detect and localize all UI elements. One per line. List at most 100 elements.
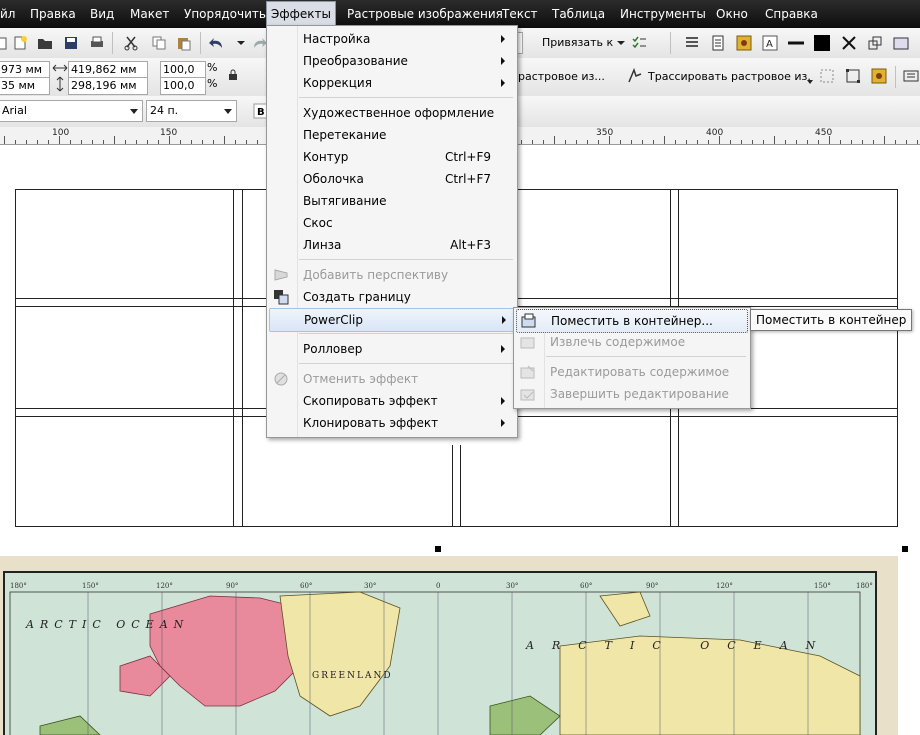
menu-item-copy-effect[interactable]: Скопировать эффект (269, 390, 513, 412)
new-file-icon[interactable] (11, 34, 29, 52)
menu-item-contour[interactable]: Контур Ctrl+F9 (269, 146, 513, 168)
undo-icon[interactable] (208, 34, 226, 52)
menu-item-place-in-container[interactable]: Поместить в контейнер... (516, 309, 748, 333)
menu-arrange[interactable]: Упорядочить (180, 0, 270, 28)
percent-label-x: % (207, 61, 218, 74)
menu-file[interactable]: йл (0, 0, 19, 28)
close-x-icon[interactable] (840, 34, 858, 52)
line-icon[interactable] (787, 34, 805, 52)
menu-tools[interactable]: Инструменты (616, 0, 710, 28)
paste-icon[interactable] (175, 34, 193, 52)
print-icon[interactable] (88, 34, 106, 52)
menu-item-label: Добавить перспективу (303, 268, 449, 282)
submenu-arrow-icon (501, 79, 505, 87)
wrap-text-icon[interactable] (902, 67, 920, 85)
document-icon[interactable] (709, 34, 727, 52)
selection-handle[interactable] (902, 546, 908, 552)
copy-icon[interactable] (150, 34, 168, 52)
open-folder-icon[interactable] (36, 34, 54, 52)
ruler-tick (664, 136, 665, 144)
ruler-tick (4, 136, 5, 144)
checklist-icon[interactable] (630, 34, 648, 52)
menu-item-artistic-media[interactable]: Художественное оформление (269, 102, 513, 124)
edit-bitmap-icon[interactable] (844, 67, 862, 85)
menu-view[interactable]: Вид (86, 0, 118, 28)
menu-item-label: Завершить редактирование (550, 387, 729, 401)
font-family-value: Arial (2, 104, 27, 117)
trace-bitmap-icon[interactable] (626, 67, 644, 85)
transform-icon[interactable] (866, 34, 884, 52)
menu-item-clear-effect[interactable]: Отменить эффект (269, 368, 513, 390)
menu-item-add-perspective[interactable]: Добавить перспективу (269, 264, 513, 286)
menu-table[interactable]: Таблица (548, 0, 609, 28)
menu-item-label: Вытягивание (303, 194, 387, 208)
undo-dropdown-icon[interactable] (232, 34, 250, 52)
menu-item-extract-contents[interactable]: Извлечь содержимое (516, 331, 746, 353)
menu-item-clone-effect[interactable]: Клонировать эффект (269, 412, 513, 434)
menu-item-label: Контур (303, 150, 349, 164)
map-degree-label: 150° (814, 582, 831, 590)
fill-black-icon[interactable] (813, 34, 831, 52)
trace-bitmap-partial-label[interactable]: ь растровое из... (508, 70, 605, 83)
menu-item-transform[interactable]: Преобразование (269, 50, 513, 72)
menu-effects[interactable]: Эффекты (266, 1, 336, 27)
menu-item-label: Коррекция (303, 76, 372, 90)
ruler-tick (158, 140, 159, 144)
lock-icon[interactable] (226, 68, 240, 82)
menu-help[interactable]: Справка (761, 0, 822, 28)
menu-item-create-boundary[interactable]: Создать границу (269, 286, 513, 308)
map-degree-label: 30° (506, 582, 519, 590)
trace-dropdown-icon[interactable] (806, 78, 814, 86)
crop-bitmap-icon[interactable] (818, 67, 836, 85)
ruler-tick (829, 136, 830, 144)
bitmap-color-mask-icon[interactable] (870, 67, 888, 85)
menu-item-rollover[interactable]: Ролловер (269, 338, 513, 360)
menu-item-correction[interactable]: Коррекция (269, 72, 513, 94)
font-size-combo[interactable]: 24 п. (146, 100, 237, 122)
map-degree-label: 180° (856, 582, 873, 590)
image-frame-icon[interactable] (892, 34, 910, 52)
powerclip-submenu: Поместить в контейнер... Извлечь содержи… (513, 307, 751, 409)
new-doc-icon[interactable] (0, 34, 10, 52)
ruler-tick (235, 140, 236, 144)
world-map-image[interactable]: ARCTIC OCEAN ARCTIC OCEAN GREENLAND (0, 556, 898, 735)
menu-item-finish-editing[interactable]: Завершить редактирование (516, 383, 746, 405)
save-icon[interactable] (62, 34, 80, 52)
menu-item-blend[interactable]: Перетекание (269, 124, 513, 146)
height-field[interactable]: 35 мм (0, 77, 50, 95)
menu-layout[interactable]: Макет (126, 0, 173, 28)
menu-item-edit-contents[interactable]: Редактировать содержимое (516, 361, 746, 383)
bitmap-frame-icon[interactable] (735, 34, 753, 52)
snap-to-label[interactable]: Привязать к (542, 36, 613, 49)
height-arrow-icon (52, 76, 68, 92)
menu-item-label: Преобразование (303, 54, 408, 68)
menu-item-label: Создать границу (303, 290, 411, 304)
menu-item-extrude[interactable]: Вытягивание (269, 190, 513, 212)
menu-item-bevel[interactable]: Скос (269, 212, 513, 234)
menu-window[interactable]: Окно (712, 0, 752, 28)
edit-contents-icon (520, 364, 536, 380)
selection-handle[interactable] (435, 546, 441, 552)
font-size-value: 24 п. (150, 104, 179, 117)
font-family-combo[interactable]: Arial (0, 100, 143, 122)
menu-item-powerclip[interactable]: PowerClip (269, 308, 515, 332)
menu-edit[interactable]: Правка (26, 0, 80, 28)
align-icon[interactable] (683, 34, 701, 52)
menu-text[interactable]: Текст (498, 0, 542, 28)
y-size-field[interactable]: 298,196 мм (68, 77, 148, 95)
trace-bitmap-label[interactable]: Трассировать растровое из. (648, 70, 811, 83)
menu-item-envelope[interactable]: Оболочка Ctrl+F7 (269, 168, 513, 190)
scale-y-field[interactable]: 100,0 (160, 77, 206, 95)
ruler-tick (642, 140, 643, 144)
menu-item-label: PowerClip (304, 313, 363, 327)
text-tool-icon[interactable]: A (761, 34, 779, 52)
grid-line (242, 189, 243, 526)
menu-bitmaps[interactable]: Растровые изображения (343, 0, 507, 28)
snap-dropdown-icon[interactable] (612, 34, 630, 52)
menu-item-lens[interactable]: Линза Alt+F3 (269, 234, 513, 256)
separator (112, 32, 113, 54)
menu-item-settings[interactable]: Настройка (269, 28, 513, 50)
ruler-tick (521, 140, 522, 144)
cut-icon[interactable] (122, 34, 140, 52)
ruler-tick (532, 140, 533, 144)
